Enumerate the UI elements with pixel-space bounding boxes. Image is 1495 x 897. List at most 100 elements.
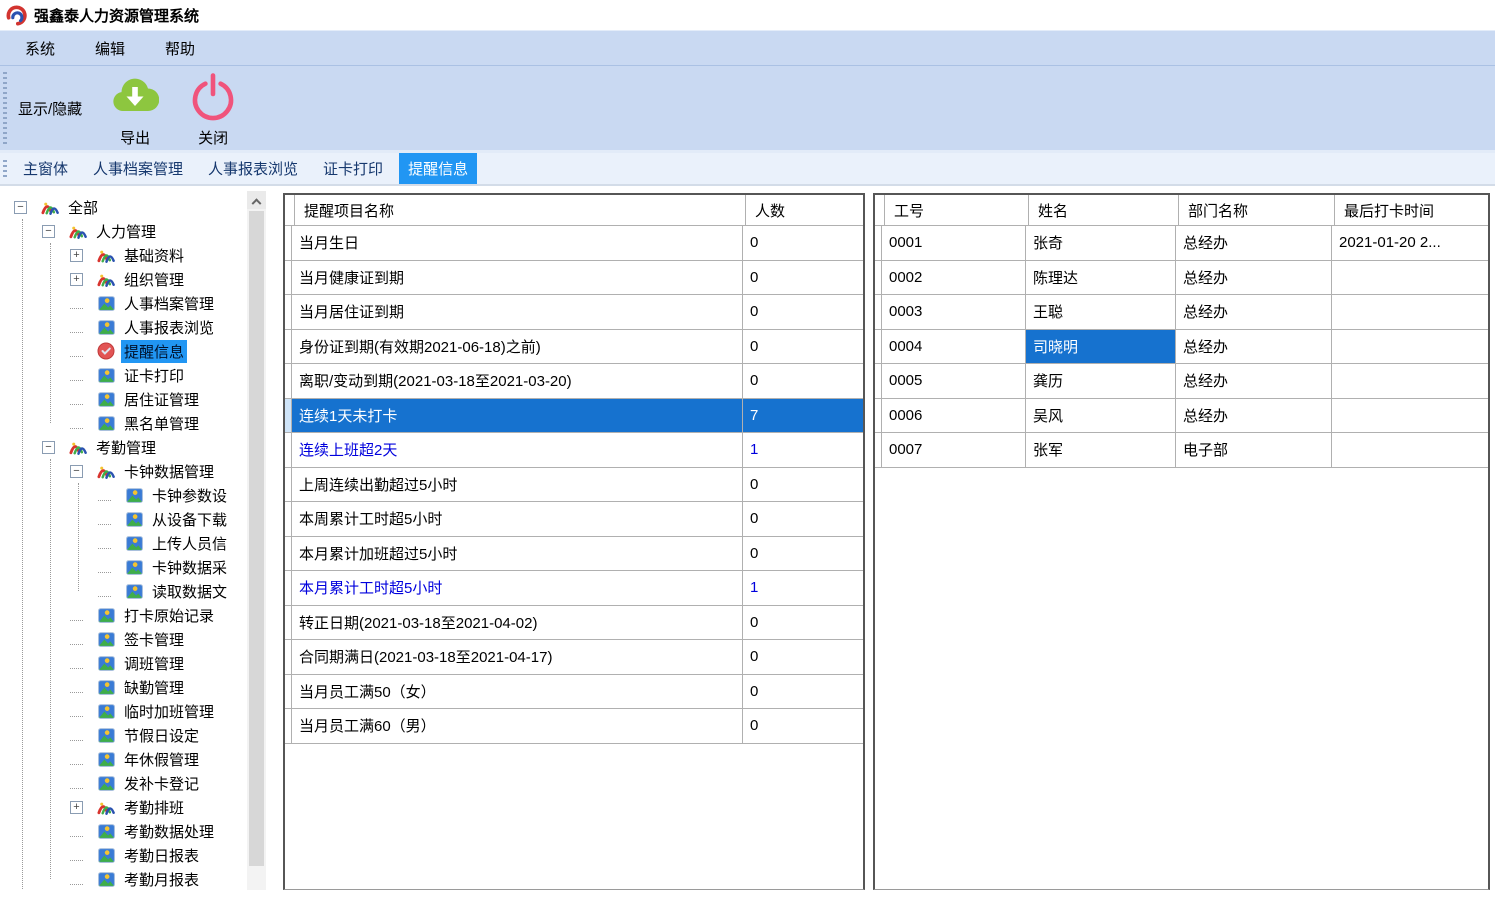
tree-item[interactable]: +基础资料 — [2, 243, 268, 267]
tree-item[interactable]: +组织管理 — [2, 267, 268, 291]
tree-item-label[interactable]: 考勤数据处理 — [121, 820, 217, 843]
reminder-count-cell[interactable]: 0 — [743, 364, 863, 398]
employee-row[interactable]: 0002陈理达总经办 — [875, 261, 1488, 296]
tree-expander-minus[interactable]: − — [42, 441, 55, 454]
tree-item-label[interactable]: 考勤管理 — [93, 436, 159, 459]
employee-cell[interactable] — [1332, 433, 1488, 467]
employee-cell[interactable] — [1332, 261, 1488, 295]
employee-cell[interactable]: 电子部 — [1176, 433, 1332, 467]
reminder-count-cell[interactable]: 0 — [743, 502, 863, 536]
tree-item[interactable]: 考勤数据处理 — [2, 819, 268, 843]
tree-item-label[interactable]: 居住证管理 — [121, 388, 202, 411]
tree-item[interactable]: 签卡管理 — [2, 627, 268, 651]
tree-item[interactable]: 缺勤管理 — [2, 675, 268, 699]
tree-expander-plus[interactable]: + — [70, 801, 83, 814]
tree-item[interactable]: 提醒信息 — [2, 339, 268, 363]
show-hide-toggle[interactable]: 显示/隐藏 — [18, 98, 82, 119]
tree-item[interactable]: 卡钟数据采 — [2, 555, 268, 579]
tree-item[interactable]: 从设备下载 — [2, 507, 268, 531]
close-button[interactable]: 关闭 — [188, 69, 238, 148]
tree-item-label[interactable]: 卡钟参数设 — [149, 484, 230, 507]
employee-cell[interactable]: 张奇 — [1026, 226, 1176, 260]
reminder-name-cell[interactable]: 本月累计加班超过5小时 — [292, 537, 743, 571]
employee-cell[interactable] — [1332, 295, 1488, 329]
employee-cell[interactable]: 陈理达 — [1026, 261, 1176, 295]
tree-item[interactable]: 证卡打印 — [2, 363, 268, 387]
tree-item-label[interactable]: 打卡原始记录 — [121, 604, 217, 627]
reminder-name-cell[interactable]: 离职/变动到期(2021-03-18至2021-03-20) — [292, 364, 743, 398]
reminder-row[interactable]: 当月员工满60（男）0 — [285, 709, 863, 744]
tabbar-grip[interactable] — [3, 160, 7, 177]
tree-expander-minus[interactable]: − — [70, 465, 83, 478]
export-button[interactable]: 导出 — [110, 69, 160, 148]
tree-item-label[interactable]: 调班管理 — [121, 652, 187, 675]
tree-item-label[interactable]: 组织管理 — [121, 268, 187, 291]
employee-cell[interactable]: 0003 — [882, 295, 1026, 329]
tree-item-label[interactable]: 上传人员信 — [149, 532, 230, 555]
tree-item-label[interactable]: 人事报表浏览 — [121, 316, 217, 339]
tree-item[interactable]: 人事报表浏览 — [2, 315, 268, 339]
scrollbar-thumb[interactable] — [249, 211, 264, 866]
reminder-row[interactable]: 本月累计加班超过5小时0 — [285, 537, 863, 572]
employee-cell[interactable]: 总经办 — [1176, 330, 1332, 364]
reminder-count-cell[interactable]: 1 — [743, 571, 863, 605]
reminder-name-cell[interactable]: 连续1天未打卡 — [292, 399, 743, 433]
reminder-name-cell[interactable]: 转正日期(2021-03-18至2021-04-02) — [292, 606, 743, 640]
tree-expander-minus[interactable]: − — [14, 201, 27, 214]
employee-cell[interactable]: 0002 — [882, 261, 1026, 295]
tree-item-label[interactable]: 缺勤管理 — [121, 676, 187, 699]
reminder-count-cell[interactable]: 1 — [743, 433, 863, 467]
tree-item-label[interactable]: 节假日设定 — [121, 724, 202, 747]
employee-cell[interactable]: 张军 — [1026, 433, 1176, 467]
reminder-row[interactable]: 离职/变动到期(2021-03-18至2021-03-20)0 — [285, 364, 863, 399]
employee-row[interactable]: 0005龚历总经办 — [875, 364, 1488, 399]
employee-header-3[interactable]: 部门名称 — [1179, 195, 1335, 225]
tree-item[interactable]: −全部 — [2, 195, 268, 219]
employee-cell[interactable] — [1332, 330, 1488, 364]
reminder-row[interactable]: 连续1天未打卡7 — [285, 399, 863, 434]
tree-item[interactable]: 读取数据文 — [2, 579, 268, 603]
tree-scrollbar[interactable] — [247, 191, 266, 890]
reminder-name-cell[interactable]: 当月居住证到期 — [292, 295, 743, 329]
tree-item-label[interactable]: 考勤月报表 — [121, 868, 202, 891]
tree-item[interactable]: 卡钟参数设 — [2, 483, 268, 507]
reminder-name-cell[interactable]: 连续上班超2天 — [292, 433, 743, 467]
tree-item-label[interactable]: 临时加班管理 — [121, 700, 217, 723]
employee-cell[interactable]: 总经办 — [1176, 226, 1332, 260]
tree-item-label[interactable]: 卡钟数据管理 — [121, 460, 217, 483]
reminder-count-cell[interactable]: 0 — [743, 606, 863, 640]
tab-3[interactable]: 人事报表浏览 — [199, 153, 307, 184]
reminder-name-cell[interactable]: 当月生日 — [292, 226, 743, 260]
reminder-row[interactable]: 转正日期(2021-03-18至2021-04-02)0 — [285, 606, 863, 641]
tree-item[interactable]: 调班管理 — [2, 651, 268, 675]
reminder-header-name[interactable]: 提醒项目名称 — [295, 195, 746, 225]
tree-item-label[interactable]: 考勤排班 — [121, 796, 187, 819]
tree-item[interactable]: 考勤日报表 — [2, 843, 268, 867]
reminder-name-cell[interactable]: 当月健康证到期 — [292, 261, 743, 295]
reminder-row[interactable]: 合同期满日(2021-03-18至2021-04-17)0 — [285, 640, 863, 675]
tree-item-label[interactable]: 签卡管理 — [121, 628, 187, 651]
employee-cell[interactable]: 0001 — [882, 226, 1026, 260]
reminder-count-cell[interactable]: 0 — [743, 261, 863, 295]
employee-cell[interactable]: 总经办 — [1176, 295, 1332, 329]
toolbar-grip[interactable] — [3, 72, 7, 144]
reminder-row[interactable]: 本周累计工时超5小时0 — [285, 502, 863, 537]
reminder-name-cell[interactable]: 当月员工满50（女） — [292, 675, 743, 709]
tree-item[interactable]: 考勤月报表 — [2, 867, 268, 890]
employee-cell[interactable] — [1332, 364, 1488, 398]
reminder-row[interactable]: 上周连续出勤超过5小时0 — [285, 468, 863, 503]
reminder-count-cell[interactable]: 0 — [743, 468, 863, 502]
tab-2[interactable]: 人事档案管理 — [84, 153, 192, 184]
tree-item-label[interactable]: 考勤日报表 — [121, 844, 202, 867]
tree-item[interactable]: 临时加班管理 — [2, 699, 268, 723]
tab-4[interactable]: 证卡打印 — [314, 153, 392, 184]
scrollbar-up-icon[interactable] — [247, 191, 266, 209]
reminder-count-cell[interactable]: 0 — [743, 537, 863, 571]
employee-row[interactable]: 0004司晓明总经办 — [875, 330, 1488, 365]
tree-item[interactable]: 上传人员信 — [2, 531, 268, 555]
employee-cell[interactable]: 王聪 — [1026, 295, 1176, 329]
employee-cell[interactable]: 2021-01-20 2... — [1332, 226, 1488, 260]
tree-item[interactable]: 节假日设定 — [2, 723, 268, 747]
employee-cell[interactable]: 总经办 — [1176, 364, 1332, 398]
employee-header-2[interactable]: 姓名 — [1029, 195, 1179, 225]
